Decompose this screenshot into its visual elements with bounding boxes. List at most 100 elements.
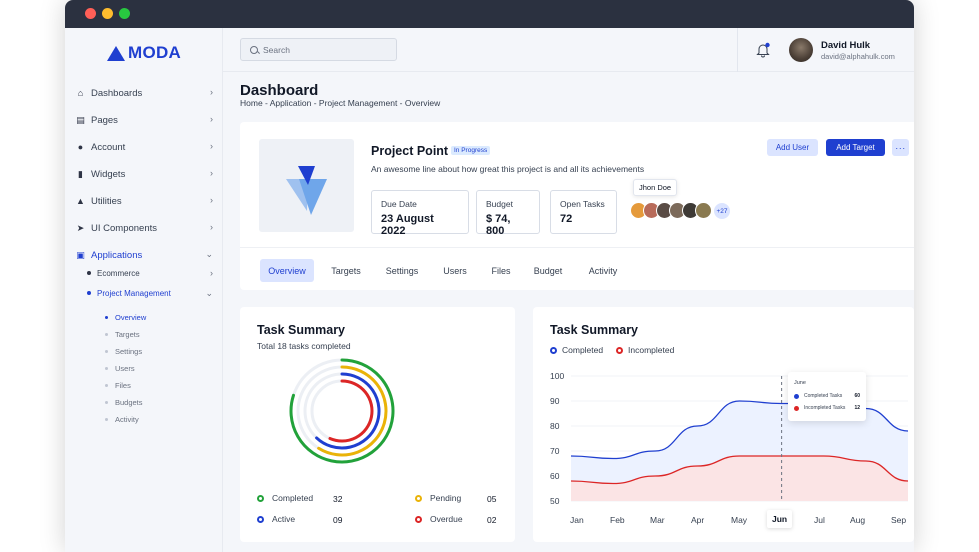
chevron-right-icon: › xyxy=(210,195,213,205)
member-avatar[interactable] xyxy=(695,202,712,219)
sidebar-pm-targets[interactable]: Targets xyxy=(105,327,140,341)
legend-active: Active xyxy=(257,514,295,524)
legend-swatch xyxy=(415,515,422,523)
logo[interactable]: MODA xyxy=(107,43,181,63)
logo-text: MODA xyxy=(128,43,182,62)
stat-due-date: Due Date 23 August 2022 xyxy=(371,190,469,237)
stat-label: Budget xyxy=(486,199,513,209)
sidebar-item-label: Utilities xyxy=(91,195,122,207)
topbar: Search David Hulk david@alphahulk.com xyxy=(223,28,914,72)
rocket-icon: ➤ xyxy=(76,222,85,233)
sidebar-pm-activity[interactable]: Activity xyxy=(105,412,139,426)
sidebar-pm-label: Targets xyxy=(115,329,140,339)
stat-open-tasks: Open Tasks 72 xyxy=(550,190,617,234)
legend-value: 32 xyxy=(333,494,343,504)
project-title: Project Point xyxy=(371,144,449,158)
sidebar-item-label: Widgets xyxy=(91,168,126,180)
legend-label: Overdue xyxy=(430,514,463,524)
x-tick-label-highlight[interactable]: Jun xyxy=(767,510,793,528)
more-options-button[interactable]: ··· xyxy=(892,139,909,156)
member-tooltip: Jhon Doe xyxy=(633,179,678,196)
tabs-divider xyxy=(240,247,914,248)
legend-overdue: Overdue xyxy=(415,514,463,524)
tooltip-row-completed: Completed Tasks 60 xyxy=(794,393,864,399)
tooltip-value: 60 xyxy=(854,393,860,399)
maximize-window-button[interactable] xyxy=(119,8,130,19)
sidebar-item-pages[interactable]: ▤ Pages › xyxy=(75,111,215,129)
legend-label: Completed xyxy=(272,493,314,503)
legend-label: Active xyxy=(272,514,296,524)
topbar-divider xyxy=(737,28,738,72)
minimize-window-button[interactable] xyxy=(102,8,113,19)
chevron-right-icon: › xyxy=(210,168,213,178)
legend-label: Pending xyxy=(430,493,462,503)
sidebar-item-account[interactable]: ● Account › xyxy=(75,138,215,156)
tooltip-label: Completed Tasks xyxy=(804,393,843,399)
sidebar-item-label: Account xyxy=(91,141,126,153)
sidebar-pm-budgets[interactable]: Budgets xyxy=(105,395,143,409)
user-icon: ● xyxy=(77,141,84,152)
app-window: MODA ⌂ Dashboards › ▤ Pages › ● Account … xyxy=(65,0,914,552)
tab-activity[interactable]: Activity xyxy=(580,259,626,282)
sidebar-pm-overview[interactable]: Overview xyxy=(105,310,146,324)
bullet-icon xyxy=(105,332,108,336)
breadcrumb: Home - Application - Project Management … xyxy=(240,98,441,108)
task-donut-chart xyxy=(289,358,395,464)
bookmark-icon: ▮ xyxy=(78,168,83,179)
sidebar-pm-label: Budgets xyxy=(115,397,143,407)
sidebar-pm-label: Settings xyxy=(115,346,143,356)
sidebar-item-utilities[interactable]: ▲ Utilities › xyxy=(75,192,215,210)
tab-settings[interactable]: Settings xyxy=(380,259,424,282)
tab-users[interactable]: Users xyxy=(437,259,473,282)
chevron-right-icon: › xyxy=(210,141,213,151)
bell-icon[interactable] xyxy=(756,42,770,58)
avatar[interactable] xyxy=(789,38,813,62)
sidebar-pm-files[interactable]: Files xyxy=(105,378,131,392)
tab-targets[interactable]: Targets xyxy=(327,259,365,282)
more-members-badge[interactable]: +27 xyxy=(714,203,730,219)
chevron-right-icon: › xyxy=(210,114,213,124)
sidebar-item-applications[interactable]: ▣ Applications ⌄ xyxy=(75,246,215,264)
sidebar-item-label: UI Components xyxy=(91,222,158,234)
task-area-chart xyxy=(570,375,909,502)
tooltip-row-incompleted: Incompleted Tasks 12 xyxy=(794,405,864,411)
project-logo xyxy=(259,139,354,232)
tooltip-label: Incompleted Tasks xyxy=(804,405,846,411)
page-title: Dashboard xyxy=(240,82,319,99)
window-titlebar xyxy=(65,0,914,28)
legend-value: 02 xyxy=(487,515,497,525)
tab-files[interactable]: Files xyxy=(486,259,516,282)
tab-overview[interactable]: Overview xyxy=(260,259,314,282)
legend-swatch xyxy=(415,494,422,502)
donut-arc-overdue xyxy=(328,379,374,443)
close-window-button[interactable] xyxy=(85,8,96,19)
sidebar-item-label: Pages xyxy=(91,114,118,126)
task-summary-subtitle: Total 18 tasks completed xyxy=(257,341,351,351)
search-input[interactable]: Search xyxy=(240,38,397,61)
bullet-icon xyxy=(105,315,108,319)
task-chart-card: Task Summary Completed Incompleted 100 9… xyxy=(533,307,914,542)
x-tick-label: Jan xyxy=(570,515,584,525)
sidebar-item-ui-components[interactable]: ➤ UI Components › xyxy=(75,219,215,237)
sidebar-item-label: Dashboards xyxy=(91,87,143,99)
sidebar-pm-label: Users xyxy=(115,363,135,373)
sidebar-subitem-ecommerce[interactable]: Ecommerce › xyxy=(87,265,215,281)
user-email: david@alphahulk.com xyxy=(821,52,895,61)
bullet-icon xyxy=(105,366,108,370)
sidebar-pm-settings[interactable]: Settings xyxy=(105,344,142,358)
bullet-icon xyxy=(105,383,108,387)
sidebar-item-widgets[interactable]: ▮ Widgets › xyxy=(75,165,215,183)
x-tick-label: Jul xyxy=(814,515,825,525)
bullet-icon xyxy=(105,417,108,421)
sidebar-item-dashboards[interactable]: ⌂ Dashboards › xyxy=(75,84,215,102)
sidebar-subitem-project-management[interactable]: Project Management ⌄ xyxy=(87,285,215,301)
sidebar-pm-users[interactable]: Users xyxy=(105,361,135,375)
user-name: David Hulk xyxy=(821,40,871,51)
task-summary-card: Task Summary Total 18 tasks completed Co… xyxy=(240,307,515,542)
tab-budget[interactable]: Budget xyxy=(528,259,568,282)
stat-value: $ 74, 800 xyxy=(486,213,511,237)
bullet-icon xyxy=(87,291,91,295)
tooltip-value: 12 xyxy=(854,405,860,411)
add-user-button[interactable]: Add User xyxy=(767,139,818,156)
add-target-button[interactable]: Add Target xyxy=(826,139,885,156)
